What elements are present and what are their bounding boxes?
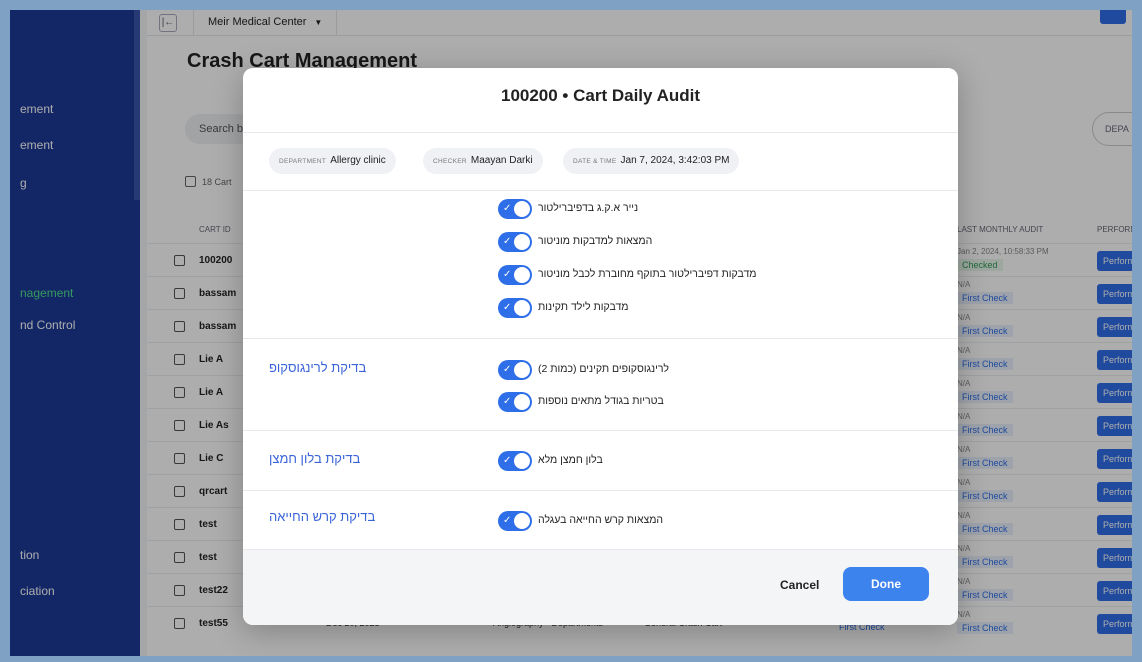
check-icon: ✓ xyxy=(503,515,512,526)
cancel-button[interactable]: Cancel xyxy=(780,578,819,592)
audit-modal: 100200 • Cart Daily Audit DEPARTMENT Alle… xyxy=(243,68,958,625)
chip-value: Maayan Darki xyxy=(470,155,533,166)
item-label: לרינגוסקופים תקינים (כמות 2) xyxy=(538,363,669,375)
item-label: נייר א.ק.ג בדפיברילטור xyxy=(538,202,639,214)
section-cpr-board: בדיקת קרש החייאה ✓ המצאות קרש החייאה בעגל… xyxy=(243,491,958,551)
chip-label: DEPARTMENT xyxy=(279,158,327,165)
toggle-switch[interactable]: ✓ xyxy=(498,298,532,318)
toggle-switch[interactable]: ✓ xyxy=(498,199,532,219)
check-icon: ✓ xyxy=(503,203,512,214)
check-icon: ✓ xyxy=(503,396,512,407)
modal-footer: Cancel Done xyxy=(243,549,958,625)
section-title: בדיקת קרש החייאה xyxy=(269,509,376,524)
chip-label: CHECKER xyxy=(433,158,467,165)
item-label: בלון חמצן מלא xyxy=(538,454,603,466)
item-label: מדבקות דפיברילטור בתוקף מחוברת לכבל מוני… xyxy=(538,268,757,280)
section-title: בדיקת בלון חמצן xyxy=(269,451,361,466)
section-oxygen: בדיקת בלון חמצן ✓ בלון חמצן מלא xyxy=(243,431,958,491)
item-label: מדבקות לילד תקינות xyxy=(538,301,629,313)
toggle-switch[interactable]: ✓ xyxy=(498,451,532,471)
check-icon: ✓ xyxy=(503,302,512,313)
toggle-switch[interactable]: ✓ xyxy=(498,360,532,380)
check-icon: ✓ xyxy=(503,236,512,247)
check-icon: ✓ xyxy=(503,364,512,375)
done-button[interactable]: Done xyxy=(843,567,929,601)
check-icon: ✓ xyxy=(503,269,512,280)
checker-chip: CHECKER Maayan Darki xyxy=(423,148,543,174)
toggle-switch[interactable]: ✓ xyxy=(498,511,532,531)
app-frame: ement ement g nagement nd Control tion c… xyxy=(10,10,1132,656)
item-label: המצאות למדבקות מוניטור xyxy=(538,235,653,247)
toggle-switch[interactable]: ✓ xyxy=(498,392,532,412)
item-label: בטריות בגודל מתאים נוספות xyxy=(538,395,664,407)
datetime-chip: DATE & TIME Jan 7, 2024, 3:42:03 PM xyxy=(563,148,740,174)
checklist-body: ✓ נייר א.ק.ג בדפיברילטור ✓ המצאות למדבקות … xyxy=(243,190,958,550)
item-label: המצאות קרש החייאה בעגלה xyxy=(538,514,664,526)
check-icon: ✓ xyxy=(503,455,512,466)
section-title: בדיקת לרינגוסקופ xyxy=(269,360,367,375)
chip-value: Jan 7, 2024, 3:42:03 PM xyxy=(620,155,730,166)
section-defibrillator: ✓ נייר א.ק.ג בדפיברילטור ✓ המצאות למדבקות … xyxy=(243,191,958,339)
chip-value: Allergy clinic xyxy=(330,155,386,166)
toggle-switch[interactable]: ✓ xyxy=(498,232,532,252)
modal-title: 100200 • Cart Daily Audit xyxy=(500,86,700,105)
section-laryngoscope: בדיקת לרינגוסקופ ✓ לרינגוסקופים תקינים (כ… xyxy=(243,339,958,431)
toggle-switch[interactable]: ✓ xyxy=(498,265,532,285)
chip-label: DATE & TIME xyxy=(573,158,617,165)
department-chip: DEPARTMENT Allergy clinic xyxy=(269,148,396,174)
divider xyxy=(243,132,958,133)
